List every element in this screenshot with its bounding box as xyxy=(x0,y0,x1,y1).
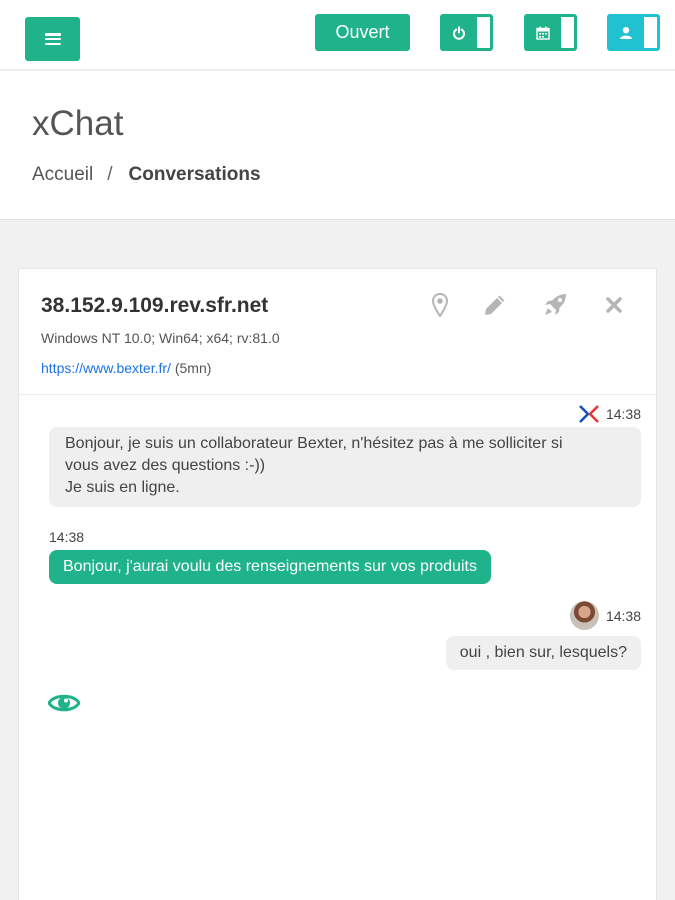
visitor-host: 38.152.9.109.rev.sfr.net xyxy=(41,294,269,317)
message-text-line: Je suis en ligne. xyxy=(65,479,180,496)
message-bubble: oui , bien sur, lesquels? xyxy=(445,636,641,670)
message-meta: 14:38 xyxy=(578,403,641,425)
rocket-icon xyxy=(545,294,566,315)
power-icon xyxy=(452,25,465,40)
message-time: 14:38 xyxy=(605,406,641,422)
breadcrumb-separator: / xyxy=(107,164,113,185)
bexter-logo-icon xyxy=(579,405,599,423)
location-pin-icon xyxy=(432,293,448,317)
message-time: 14:38 xyxy=(49,529,85,545)
power-toggle[interactable] xyxy=(440,14,493,51)
page-header: xChat Accueil / Conversations xyxy=(0,71,675,220)
visit-duration: (5mn) xyxy=(174,360,212,376)
eye-icon xyxy=(48,694,80,712)
calendar-icon xyxy=(535,26,550,40)
edit-button[interactable] xyxy=(481,291,509,319)
message-bubble: Bonjour, j'aurai voulu des renseignement… xyxy=(49,550,491,584)
menu-button[interactable] xyxy=(25,17,80,61)
message-time: 14:38 xyxy=(605,607,641,624)
visitor-url-link[interactable]: https://www.bexter.fr/ xyxy=(41,360,171,376)
hamburger-icon xyxy=(44,33,61,45)
message-text: Bonjour, j'aurai voulu des renseignement… xyxy=(63,558,477,575)
breadcrumb: Accueil / Conversations xyxy=(32,164,261,186)
message-meta: 14:38 xyxy=(569,601,641,630)
status-button[interactable]: Ouvert xyxy=(315,14,410,51)
visitor-page: https://www.bexter.fr/ (5mn) xyxy=(41,360,211,376)
launch-button[interactable] xyxy=(541,291,569,319)
conversation-actions xyxy=(426,291,656,321)
message-text-line: Bonjour, je suis un collaborateur Bexter… xyxy=(65,435,563,452)
avatar xyxy=(569,601,599,630)
agent-icon xyxy=(619,26,632,39)
location-button[interactable] xyxy=(426,291,454,319)
conversation-header: 38.152.9.109.rev.sfr.net Windows NT 10.0… xyxy=(19,269,656,395)
calendar-toggle[interactable] xyxy=(524,14,577,51)
close-button[interactable] xyxy=(600,291,628,319)
conversation-card: 38.152.9.109.rev.sfr.net Windows NT 10.0… xyxy=(18,268,657,900)
breadcrumb-current: Conversations xyxy=(128,164,261,185)
breadcrumb-home[interactable]: Accueil xyxy=(32,164,93,186)
visitor-user-agent: Windows NT 10.0; Win64; x64; rv:81.0 xyxy=(41,330,280,346)
close-icon xyxy=(606,297,622,313)
agent-toggle[interactable] xyxy=(607,14,660,51)
message-text-line: vous avez des questions :-)) xyxy=(65,457,266,474)
message-bubble: Bonjour, je suis un collaborateur Bexter… xyxy=(49,427,641,507)
pencil-icon xyxy=(485,295,505,315)
message-text: oui , bien sur, lesquels? xyxy=(459,644,627,661)
top-bar: Ouvert xyxy=(0,0,675,70)
page-title: xChat xyxy=(32,104,124,143)
